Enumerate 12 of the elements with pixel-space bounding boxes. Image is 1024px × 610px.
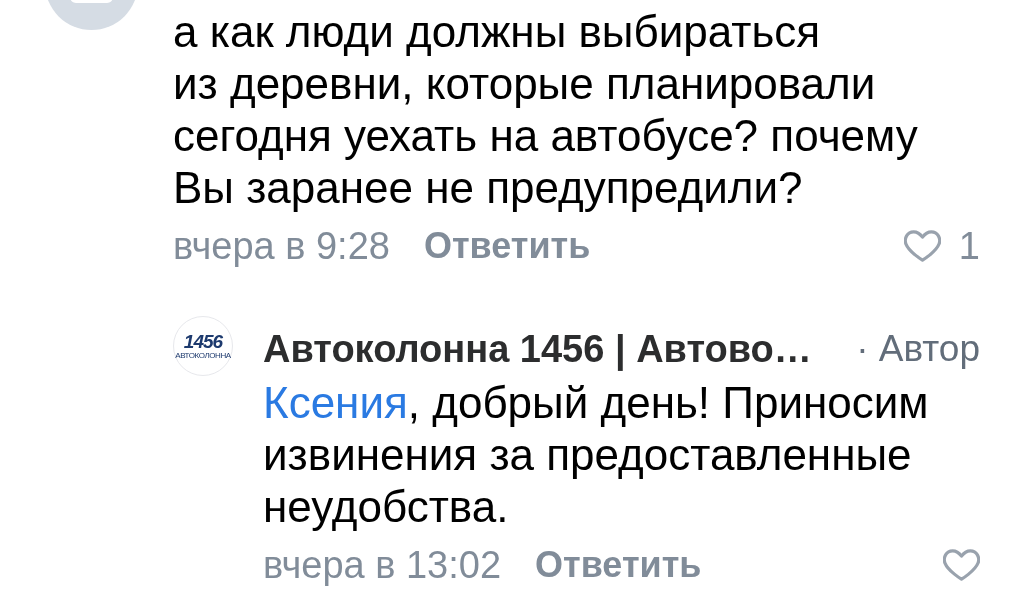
comment-time: вчера в 9:28 [173,224,390,268]
comment-time: вчера в 13:02 [263,543,502,587]
comment-text: Ксения, добрый день! Приносим извинения за предоставленные неудобства. [263,377,930,533]
author-name[interactable]: Автоколонна 1456 | Автово… [263,327,812,371]
reply-button[interactable]: Ответить [535,544,702,586]
like-button[interactable]: 1 [899,220,984,272]
comment-text: а как люди должны выбираться из деревни, которые планировали сегодня уехать на автобусе? почему Вы заранее не предупредили? [173,6,919,214]
logo-text: 1456 [183,332,223,351]
logo-caption: АВТОКОЛОННА [175,351,231,360]
mention-link[interactable]: Ксения [263,378,408,427]
reply-button[interactable]: Ответить [423,225,591,267]
author-label: · Автор [856,328,980,370]
